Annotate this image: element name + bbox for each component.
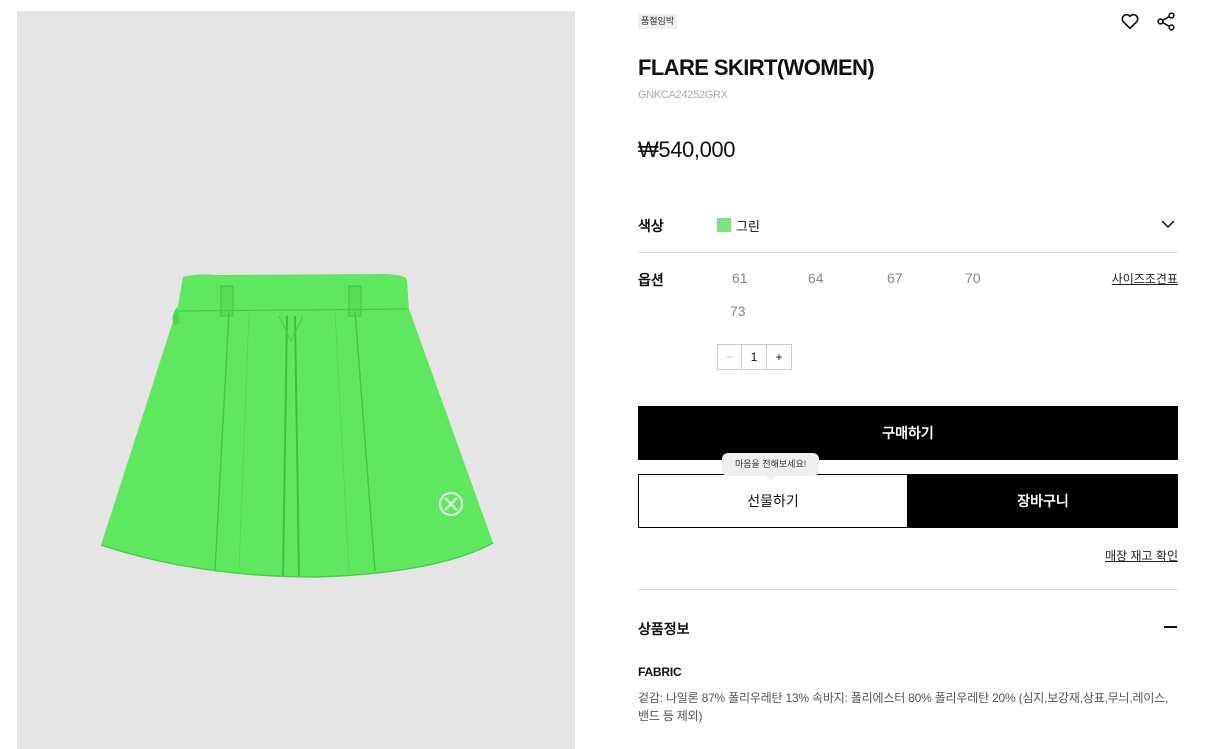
heart-icon[interactable] [1119,10,1141,32]
quantity-stepper: − 1 + [717,344,792,370]
size-option-67[interactable]: 67 [887,270,903,286]
buy-button[interactable]: 구매하기 [638,406,1178,460]
size-guide-link[interactable]: 사이즈조견표 [1112,270,1178,287]
size-option-64[interactable]: 64 [808,270,824,286]
divider [638,252,1178,253]
size-option-70[interactable]: 70 [965,270,981,286]
cart-button[interactable]: 장바구니 [908,474,1178,528]
product-code: GNKCA24252GRX [638,89,728,101]
skirt-illustration [100,274,494,578]
gift-tooltip: 마음을 전해보세요! [722,453,820,481]
product-image [17,11,575,749]
fabric-heading: FABRIC [638,665,682,679]
stock-badge: 품절임박 [638,14,678,29]
color-label: 색상 [638,218,664,234]
chevron-down-icon[interactable] [1160,216,1176,232]
color-swatch [717,218,731,232]
product-price: ₩540,000 [638,137,736,162]
store-stock-link[interactable]: 매장 재고 확인 [1105,547,1178,564]
size-option-73[interactable]: 73 [730,303,746,319]
divider [638,589,1178,590]
product-title: FLARE SKIRT(WOMEN) [638,55,875,80]
minus-icon[interactable] [1164,618,1178,634]
quantity-increase-button[interactable]: + [767,345,791,369]
gift-button[interactable]: 선물하기 [638,474,908,528]
color-value: 그린 [736,219,760,234]
option-label: 옵션 [638,272,664,288]
product-info-title: 상품정보 [638,621,690,637]
size-option-61[interactable]: 61 [732,270,748,286]
quantity-value[interactable]: 1 [742,345,767,369]
product-info-panel: 품절임박 FLARE SKIRT(WOMEN) GNKCA24252GRX ₩5… [638,0,1178,749]
fabric-text: 겉감: 나일론 87% 폴리우레탄 13% 속바지: 폴리에스터 80% 폴리우… [638,691,1169,723]
quantity-decrease-button[interactable]: − [718,345,742,369]
share-icon[interactable] [1155,10,1177,32]
